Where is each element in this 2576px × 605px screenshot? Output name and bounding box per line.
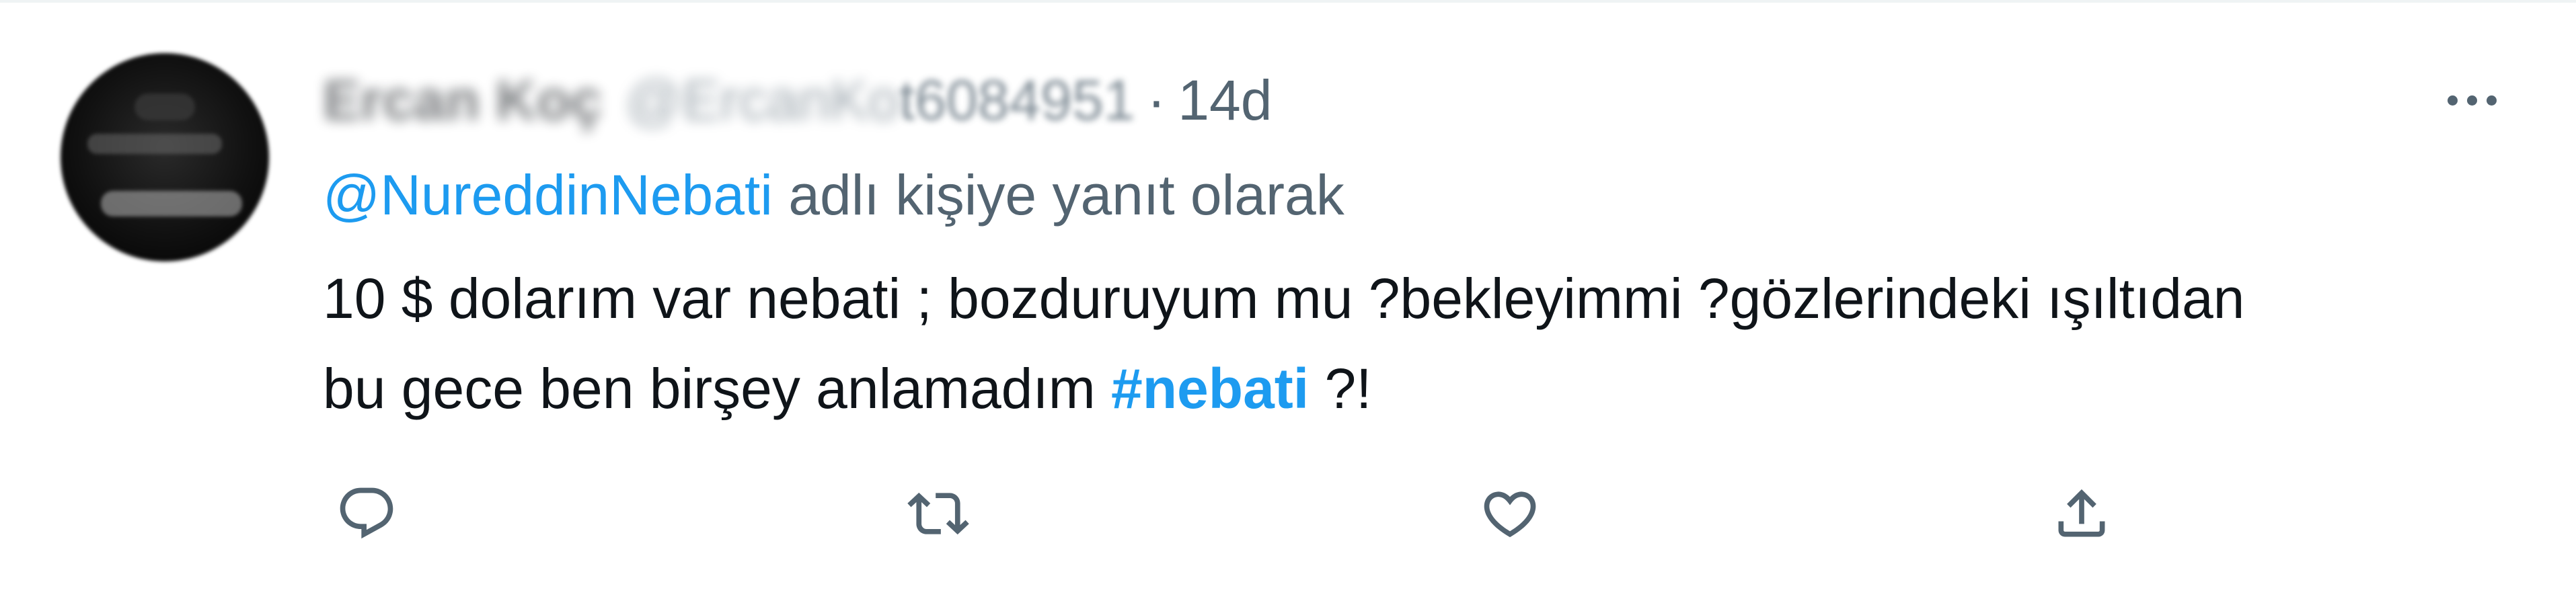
author-handle[interactable]: @ErcanKo	[626, 68, 899, 133]
like-button[interactable]	[1466, 470, 1554, 557]
more-options-button[interactable]	[2435, 70, 2509, 130]
more-dot-icon	[2447, 95, 2458, 106]
reply-button[interactable]	[323, 470, 410, 557]
avatar-detail	[101, 191, 242, 216]
author-handle-prefix: @ErcanKo	[625, 68, 899, 132]
tweet-text: 10 $ dolarım var nebati ; bozduruyum mu …	[323, 253, 2542, 434]
share-button[interactable]	[2038, 470, 2125, 557]
retweet-button[interactable]	[895, 470, 982, 557]
author-name[interactable]: Ercan Koç	[323, 68, 603, 133]
header-separator: ·	[1147, 68, 1166, 132]
more-dot-icon	[2486, 95, 2497, 106]
tweet-timestamp[interactable]: 14d	[1178, 68, 1272, 133]
reply-icon	[340, 487, 393, 539]
tweet-card[interactable]: Ercan Koç @ErcanKo t6084951 · 14d @Nuredd…	[0, 0, 2576, 605]
retweet-icon	[907, 492, 969, 535]
reply-context: @NureddinNebati adlı kişiye yanıt olarak	[323, 163, 1344, 228]
more-dot-icon	[2466, 95, 2477, 106]
author-handle-tail: t6084951	[899, 68, 1135, 132]
tweet-header: Ercan Koç @ErcanKo t6084951 · 14d	[323, 67, 1272, 134]
tweet-text-line-1: 10 $ dolarım var nebati ; bozduruyum mu …	[323, 267, 2245, 330]
hashtag-link[interactable]: #nebati	[1111, 357, 1309, 420]
avatar-detail	[135, 93, 195, 120]
avatar-detail	[87, 134, 222, 154]
share-icon	[2058, 489, 2105, 537]
reply-to-mention[interactable]: @NureddinNebati	[323, 163, 773, 227]
tweet-text-line-2: bu gece ben birşey anlamadım #nebati ?!	[323, 344, 2542, 434]
tweet-text-segment: bu gece ben birşey anlamadım	[323, 357, 1112, 420]
avatar[interactable]	[61, 53, 269, 261]
reply-context-text: adlı kişiye yanıt olarak	[772, 163, 1344, 227]
tweet-actions	[323, 470, 2206, 557]
tweet-text-segment: ?!	[1309, 357, 1372, 420]
like-icon	[1484, 491, 1536, 538]
